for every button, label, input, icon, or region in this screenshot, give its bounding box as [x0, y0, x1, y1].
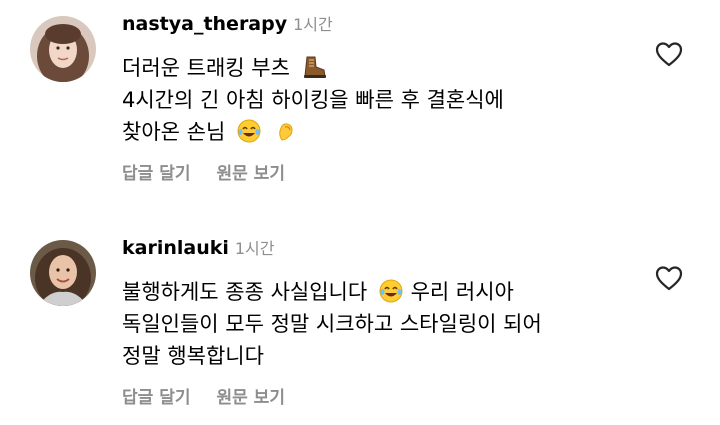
- like-heart-icon[interactable]: [654, 264, 684, 292]
- comment-header: karinlauki 1시간: [122, 236, 275, 261]
- comment-item: karinlauki 1시간 불행하게도 종종 사실입니다 우리 러시아 독일인들…: [0, 0, 720, 425]
- see-translation-button[interactable]: 원문 보기: [216, 388, 284, 408]
- comment-actions: 답글 달기 원문 보기: [122, 387, 285, 409]
- comment-text: 불행하게도 종종 사실입니다 우리 러시아 독일인들이 모두 정말 시크하고 스…: [122, 276, 542, 372]
- laughing-tears-icon: [378, 278, 404, 304]
- reply-button[interactable]: 답글 달기: [122, 388, 190, 408]
- comment-line: 불행하게도 종종 사실입니다 우리 러시아: [122, 278, 514, 304]
- avatar[interactable]: [30, 240, 96, 306]
- timestamp: 1시간: [234, 239, 275, 258]
- comment-line: 정말 행복합니다: [122, 344, 264, 368]
- comment-line: 독일인들이 모두 정말 시크하고 스타일링이 되어: [122, 312, 542, 336]
- username-link[interactable]: karinlauki: [122, 237, 229, 259]
